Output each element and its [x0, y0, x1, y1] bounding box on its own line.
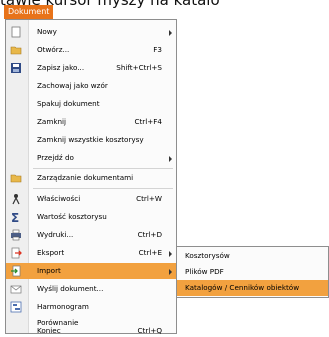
svg-text:Σ: Σ [11, 211, 19, 223]
save-disk-icon [11, 63, 21, 73]
menu-separator [33, 188, 173, 189]
submenu-item-plikow-pdf[interactable]: Plików PDF [177, 264, 328, 280]
menu-item-nowy[interactable]: Nowy [6, 24, 176, 40]
import-icon [11, 265, 21, 277]
properties-icon [12, 194, 20, 205]
submenu-arrow-icon [169, 269, 172, 275]
submenu-arrow-icon [169, 30, 172, 36]
menu-item-wlasciwosci[interactable]: Właściwości Ctrl+W [6, 191, 176, 207]
submenu-arrow-icon [169, 251, 172, 257]
menu-item-zamknij[interactable]: Zamknij Ctrl+F4 [6, 114, 176, 130]
menu-item-zapisz-jako[interactable]: Zapisz jako... Shift+Ctrl+S [6, 60, 176, 76]
blank-page-icon [11, 26, 21, 38]
sigma-icon: Σ [11, 211, 19, 223]
menu-item-harmonogram[interactable]: Harmonogram [6, 299, 176, 315]
menu-item-zachowaj-jako-wzor[interactable]: Zachowaj jako wzór [6, 78, 176, 94]
menu-item-otworz[interactable]: Otwórz... F3 [6, 42, 176, 58]
menu-item-zarzadzanie-dokumentami[interactable]: Zarządzanie dokumentami [6, 170, 176, 186]
menu-item-import[interactable]: Import [6, 263, 176, 279]
menu-item-wyslij-dokument[interactable]: Wyślij dokument... [6, 281, 176, 297]
menu-item-wartosc-kosztorysu[interactable]: Σ Wartość kosztorysu [6, 209, 176, 225]
menu-item-wydruki[interactable]: Wydruki... Ctrl+D [6, 227, 176, 243]
menu-item-spakuj-dokument[interactable]: Spakuj dokument [6, 96, 176, 112]
folder-icon [10, 174, 22, 183]
menu-separator [33, 168, 173, 169]
schedule-icon [10, 301, 22, 313]
submenu-item-kosztorysow[interactable]: Kosztorysów [177, 248, 328, 264]
import-submenu: Kosztorysów Plików PDF Katalogów / Cenni… [176, 246, 329, 298]
menu-item-przejdz-do[interactable]: Przejdź do [6, 150, 176, 166]
printer-icon [11, 229, 21, 241]
menu-item-zamknij-wszystkie[interactable]: Zamknij wszystkie kosztorysy [6, 132, 176, 148]
envelope-icon [10, 285, 22, 294]
submenu-item-katalogow-cennikow[interactable]: Katalogów / Cenników obiektów [177, 280, 328, 296]
dokument-menu: Nowy Otwórz... F3 Zapisz jako... Shift+C… [5, 19, 177, 334]
export-icon [11, 247, 22, 259]
submenu-arrow-icon [169, 156, 172, 162]
open-folder-icon [10, 46, 22, 55]
menu-item-eksport[interactable]: Eksport Ctrl+E [6, 245, 176, 261]
menu-tab-dokument[interactable]: Dokument [4, 5, 54, 19]
menu-item-koniec[interactable]: Koniec Ctrl+Q [6, 325, 176, 337]
